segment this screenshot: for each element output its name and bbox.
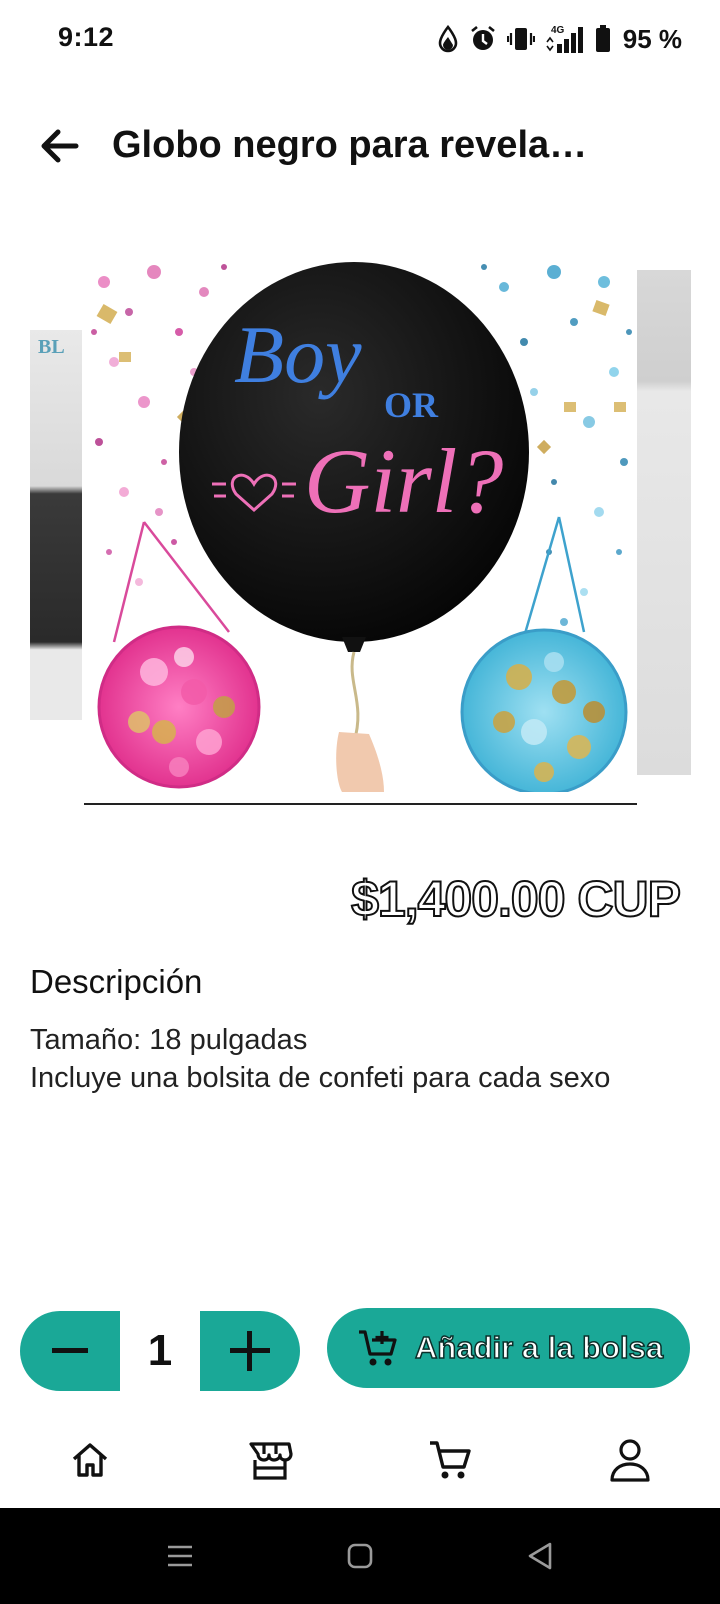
- cart-icon: [430, 1441, 471, 1479]
- data-saver-icon: [437, 25, 459, 53]
- image-divider: [84, 803, 637, 805]
- status-bar: 9:12 4G 95 %: [0, 0, 720, 80]
- nav-profile[interactable]: [595, 1432, 665, 1488]
- quantity-value: 1: [147, 1326, 173, 1375]
- decrease-quantity-button[interactable]: [20, 1311, 120, 1391]
- description-heading: Descripción: [30, 963, 203, 1000]
- back-button[interactable]: [30, 118, 90, 174]
- product-main-image[interactable]: Boy OR Girl?: [84, 252, 637, 792]
- status-icons: 4G 95 %: [437, 22, 682, 56]
- home-circle-icon: [347, 1543, 373, 1569]
- product-image-carousel[interactable]: BL Boy OR Girl?: [0, 230, 720, 810]
- balloon-text-girl: Girl?: [304, 430, 503, 532]
- recents-button[interactable]: [155, 1536, 205, 1576]
- status-time: 9:12: [58, 22, 115, 52]
- battery-percent: 95 %: [622, 23, 682, 54]
- increase-quantity-button[interactable]: [200, 1311, 300, 1391]
- thumbnail-label: BL: [38, 336, 65, 358]
- system-navigation-bar: [0, 1508, 720, 1604]
- home-icon: [72, 1443, 108, 1477]
- profile-icon: [610, 1439, 650, 1482]
- nav-store[interactable]: [235, 1432, 305, 1488]
- network-type-label: 4G: [551, 25, 565, 36]
- previous-image-thumbnail[interactable]: BL: [30, 330, 82, 720]
- battery-icon: [595, 25, 611, 53]
- bottom-navigation: [0, 1412, 720, 1507]
- balloon-text-boy: Boy: [234, 309, 362, 400]
- balloon-text-or: OR: [384, 385, 439, 425]
- nav-cart[interactable]: [415, 1432, 485, 1488]
- signal-icon: 4G: [545, 24, 585, 54]
- description-size: Tamaño: 18 pulgadas: [30, 1024, 308, 1056]
- add-to-bag-button[interactable]: Añadir a la bolsa: [327, 1308, 690, 1388]
- description-includes: Incluye una bolsita de confeti para cada…: [30, 1062, 611, 1094]
- product-detail-screen: 9:12 4G 95 % Globo negro para revela… BL…: [0, 0, 720, 1604]
- alarm-icon: [469, 25, 497, 53]
- arrow-left-icon: [41, 129, 79, 163]
- back-triangle-icon: [528, 1542, 552, 1570]
- add-to-bag-label: Añadir a la bolsa: [414, 1329, 664, 1366]
- add-cart-icon: [359, 1330, 397, 1366]
- plus-icon: [230, 1331, 270, 1371]
- page-title: Globo negro para revela…: [112, 124, 588, 166]
- system-home-button[interactable]: [335, 1536, 385, 1576]
- next-image-thumbnail[interactable]: [637, 270, 691, 775]
- product-price: $1,400.00 CUP: [350, 870, 682, 928]
- nav-home[interactable]: [55, 1432, 125, 1488]
- app-bar: Globo negro para revela…: [0, 100, 720, 192]
- vibrate-icon: [506, 25, 535, 53]
- recents-icon: [168, 1545, 192, 1567]
- minus-icon: [52, 1348, 88, 1353]
- system-back-button[interactable]: [515, 1536, 565, 1576]
- store-icon: [249, 1442, 293, 1480]
